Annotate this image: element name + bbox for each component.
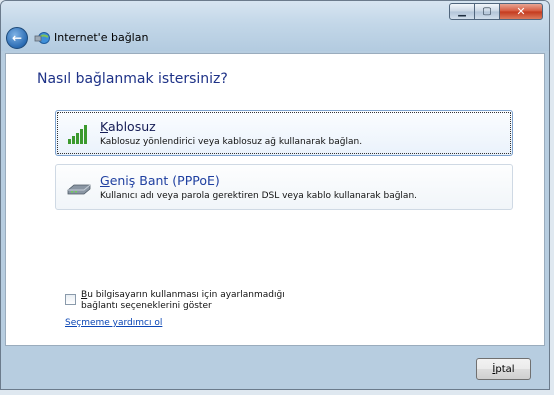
option-wireless-description: Kablosuz yönlendirici veya kablosuz ağ k… [100, 137, 363, 147]
maximize-icon: ▢ [482, 6, 492, 17]
page-heading: Nasıl bağlanmak istersiniz? [37, 71, 228, 87]
dialog-footer: İptal [5, 347, 545, 387]
cancel-button[interactable]: İptal [476, 358, 531, 380]
content-area: Nasıl bağlanmak istersiniz? Kablosuz Kab… [5, 53, 545, 346]
show-unset-options-label[interactable]: Bu bilgisayarın kullanması için ayarlanm… [81, 290, 311, 312]
option-broadband[interactable]: Geniş Bant (PPPoE) Kullanıcı adı veya pa… [55, 164, 513, 210]
option-wireless-title: Kablosuz [100, 119, 156, 134]
minimize-icon: ▁ [458, 6, 466, 17]
title-bar: ▁ ▢ ✕ ← Internet'e bağlan [1, 1, 549, 51]
back-arrow-icon: ← [11, 31, 23, 45]
option-broadband-description: Kullanıcı adı veya parola gerektiren DSL… [100, 191, 418, 201]
close-icon: ✕ [516, 5, 526, 18]
network-globe-icon [34, 32, 50, 44]
close-button[interactable]: ✕ [499, 3, 543, 20]
broadband-modem-icon [67, 184, 91, 195]
maximize-button[interactable]: ▢ [474, 3, 500, 20]
window-controls: ▁ ▢ ✕ [449, 3, 543, 20]
show-unset-options-row: Bu bilgisayarın kullanması için ayarlanm… [65, 290, 311, 312]
help-me-choose-link[interactable]: Seçmeme yardımcı ol [65, 318, 162, 328]
minimize-button[interactable]: ▁ [449, 3, 475, 20]
option-broadband-title: Geniş Bant (PPPoE) [100, 173, 220, 188]
window-title: Internet'e bağlan [54, 31, 149, 44]
option-wireless[interactable]: Kablosuz Kablosuz yönlendirici veya kabl… [55, 110, 513, 156]
wireless-signal-icon [68, 125, 87, 144]
back-button[interactable]: ← [6, 27, 28, 49]
show-unset-options-checkbox[interactable] [65, 294, 76, 305]
dialog-window: ▁ ▢ ✕ ← Internet'e bağlan Nasıl bağlanma… [0, 0, 550, 390]
